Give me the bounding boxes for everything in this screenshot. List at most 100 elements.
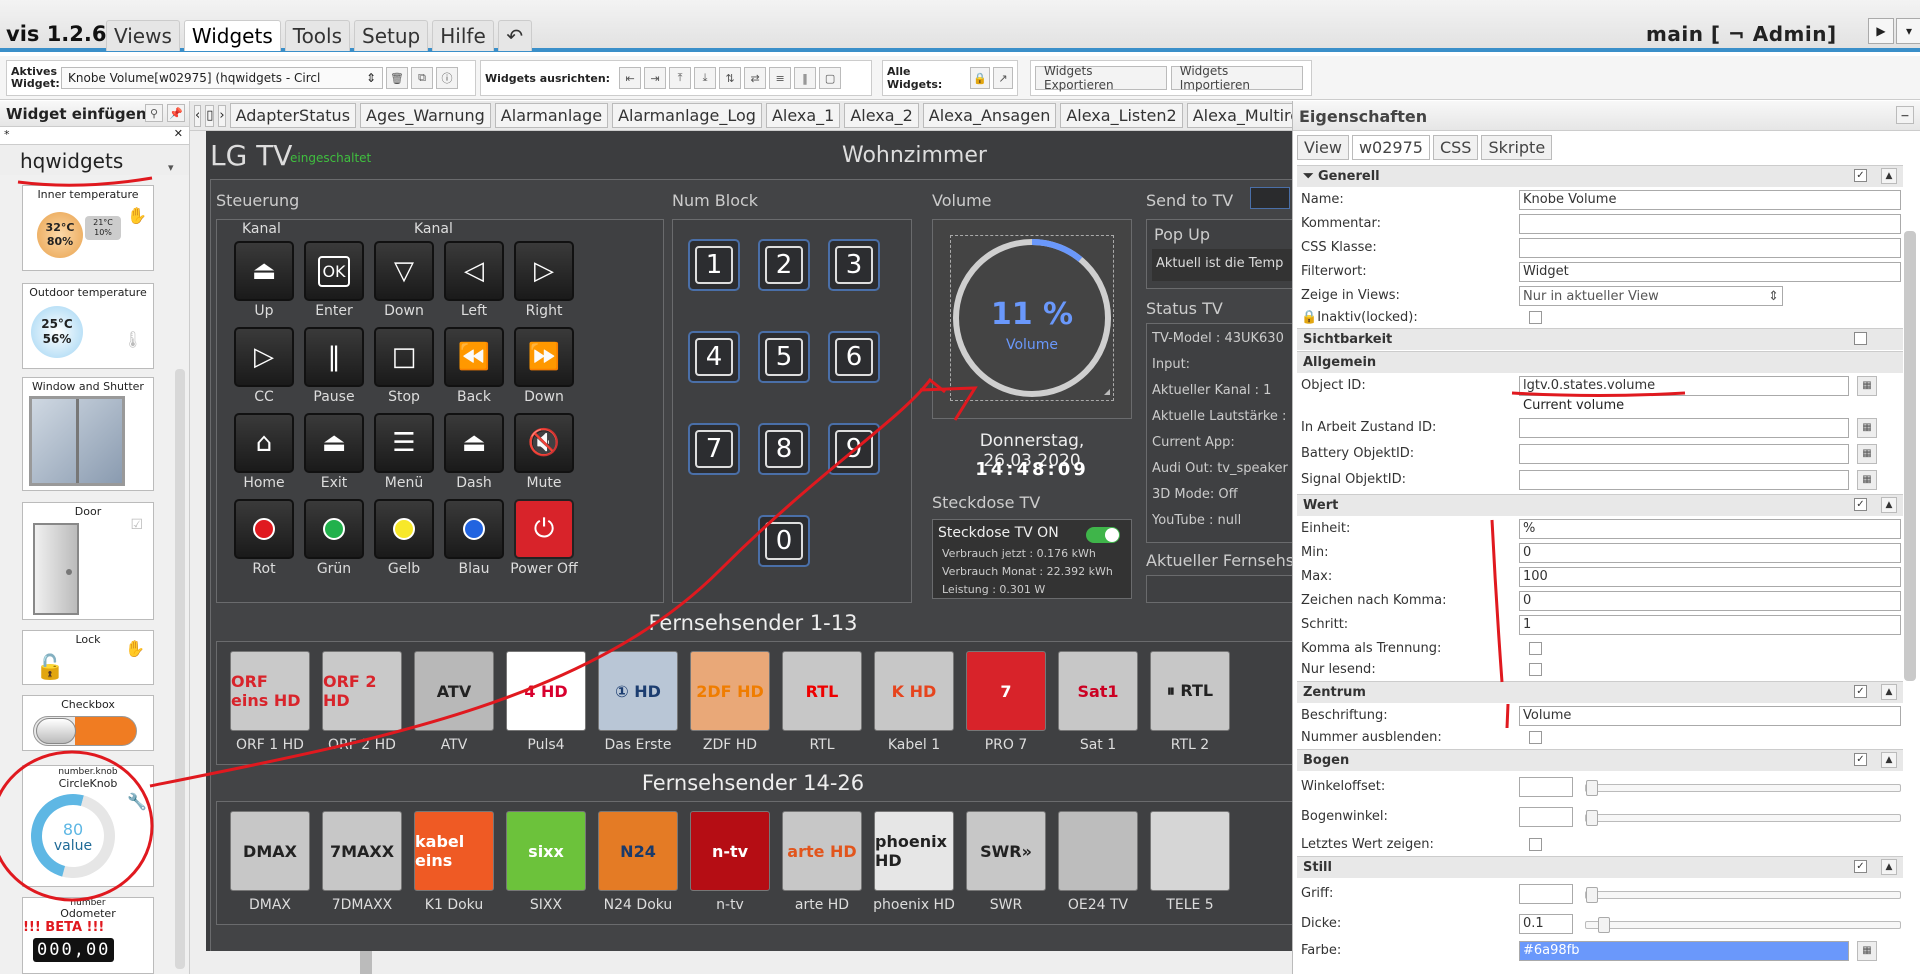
channel-tile[interactable]: 7MAXX	[322, 811, 402, 891]
gelb-button[interactable]	[374, 499, 434, 559]
slider-handle[interactable]	[1586, 780, 1598, 796]
winkeloffset-input[interactable]	[1519, 777, 1573, 797]
left-button[interactable]: ◁	[444, 241, 504, 301]
work-id-input[interactable]	[1519, 418, 1849, 438]
num-key-4[interactable]: 4	[688, 331, 740, 383]
tab-widget[interactable]: w02975	[1351, 135, 1430, 160]
object-id-input[interactable]: lgtv.0.states.volume	[1519, 376, 1849, 396]
channel-tile[interactable]: Sat1	[1058, 651, 1138, 731]
align-hcenter-button[interactable]: ⇅	[719, 67, 742, 89]
widget-set-select[interactable]: hqwidgets ▾	[0, 145, 189, 175]
group-checkbox[interactable]: ✓	[1854, 860, 1867, 873]
blau-button[interactable]	[444, 499, 504, 559]
tab-skripte[interactable]: Skripte	[1481, 135, 1553, 160]
num-key-2[interactable]: 2	[758, 239, 810, 291]
slider-handle[interactable]	[1586, 887, 1598, 903]
channel-tile[interactable]: ⏸ RTL	[1150, 651, 1230, 731]
tabs-next-button[interactable]: ›	[218, 104, 226, 127]
tab-alexa-ansagen[interactable]: Alexa_Ansagen	[922, 103, 1057, 128]
object-browser-button[interactable]: ▦	[1857, 418, 1877, 438]
group-sichtbarkeit[interactable]: Sichtbarkeit	[1297, 328, 1903, 350]
chevron-up-icon[interactable]: ▲	[1881, 684, 1897, 700]
home-button[interactable]: ⌂	[234, 413, 294, 473]
align-top-button[interactable]: ⤒	[669, 67, 692, 89]
group-still[interactable]: Still ✓ ▲	[1297, 856, 1903, 878]
channel-tile[interactable]: RTL	[782, 651, 862, 731]
up-button[interactable]: ⏏	[234, 241, 294, 301]
lock-all-button[interactable]: 🔒	[970, 67, 991, 89]
down-button[interactable]: ▽	[374, 241, 434, 301]
menu-setup[interactable]: Setup	[354, 20, 429, 51]
rot-button[interactable]	[234, 499, 294, 559]
channel-tile[interactable]: K HD	[874, 651, 954, 731]
tab-adapterstatus[interactable]: AdapterStatus	[229, 103, 357, 128]
channel-tile[interactable]: n-tv	[690, 811, 770, 891]
properties-scrollbar[interactable]	[1904, 231, 1916, 681]
enter-button[interactable]: OK	[304, 241, 364, 301]
align-vcenter-button[interactable]: ⇄	[744, 67, 767, 89]
menu-toggle-button[interactable]: ▾	[1896, 18, 1920, 44]
tab-view[interactable]: View	[1297, 135, 1349, 160]
signal-id-input[interactable]	[1519, 470, 1849, 490]
chevron-up-icon[interactable]: ▲	[1881, 859, 1897, 875]
channel-tile[interactable]: ORF 2 HD	[322, 651, 402, 731]
channel-tile[interactable]: N24	[598, 811, 678, 891]
widget-odometer[interactable]: number Odometer !!! BETA !!! 000,00	[22, 897, 154, 974]
farbe-input[interactable]: #6a98fb	[1519, 941, 1849, 961]
tabs-prev-button[interactable]: ‹	[194, 104, 202, 127]
group-checkbox[interactable]: ✓	[1854, 169, 1867, 182]
group-checkbox[interactable]: ✓	[1854, 498, 1867, 511]
widget-window-shutter[interactable]: Window and Shutter	[22, 377, 154, 491]
widget-outdoor-temperature[interactable]: Outdoor temperature 25°C 56% 🌡	[22, 283, 154, 369]
channel-tile[interactable]: ① HD	[598, 651, 678, 731]
delete-widget-button[interactable]: 🗑	[386, 67, 408, 89]
kommentar-input[interactable]	[1519, 214, 1901, 234]
widget-door[interactable]: Door ☑	[22, 502, 154, 620]
tab-alexa-1[interactable]: Alexa_1	[765, 103, 841, 128]
dicke-input[interactable]: 0.1	[1519, 914, 1573, 934]
collapse-button[interactable]: −	[1896, 106, 1914, 124]
same-size-button[interactable]: ▢	[819, 67, 842, 89]
channel-tile[interactable]: ATV	[414, 651, 494, 731]
channel-tile[interactable]: 2DF HD	[690, 651, 770, 731]
channel-tile[interactable]: DMAX	[230, 811, 310, 891]
chevron-up-icon[interactable]: ▲	[1881, 752, 1897, 768]
import-widgets-button[interactable]: Widgets Importieren	[1170, 64, 1303, 92]
num-key-7[interactable]: 7	[688, 423, 740, 475]
align-left-button[interactable]: ⇤	[619, 67, 642, 89]
griff-input[interactable]	[1519, 884, 1573, 904]
men--button[interactable]: ☰	[374, 413, 434, 473]
channel-tile[interactable]: arte HD	[782, 811, 862, 891]
tab-ages-warnung[interactable]: Ages_Warnung	[360, 103, 491, 128]
align-bottom-button[interactable]: ⤓	[694, 67, 717, 89]
channel-tile[interactable]	[1058, 811, 1138, 891]
palette-scrollbar[interactable]	[175, 369, 185, 969]
stop-button[interactable]: □	[374, 327, 434, 387]
channel-tile[interactable]: SWR»	[966, 811, 1046, 891]
num-key-8[interactable]: 8	[758, 423, 810, 475]
css-class-input[interactable]	[1519, 238, 1901, 258]
channel-tile[interactable]: ORF eins HD	[230, 651, 310, 731]
tab-alarmanlage-log[interactable]: Alarmanlage_Log	[612, 103, 762, 128]
object-browser-button[interactable]: ▦	[1857, 444, 1877, 464]
filter-input[interactable]: * ✕	[0, 127, 189, 145]
color-picker-button[interactable]: ▦	[1857, 941, 1877, 961]
resize-handle[interactable]	[1104, 389, 1110, 395]
pause-button[interactable]: ‖	[304, 327, 364, 387]
distribute-v-button[interactable]: ≡	[769, 67, 792, 89]
power-off-button[interactable]: ⏻	[514, 499, 574, 559]
channel-tile[interactable]: phoenix HD	[874, 811, 954, 891]
group-wert[interactable]: Wert ✓ ▲	[1297, 494, 1903, 516]
slider-handle[interactable]	[1586, 810, 1598, 826]
name-input[interactable]: Knobe Volume	[1519, 190, 1901, 210]
bogenwinkel-input[interactable]	[1519, 807, 1573, 827]
num-key-3[interactable]: 3	[828, 239, 880, 291]
filterwort-input[interactable]: Widget	[1519, 262, 1901, 282]
nur-lesend-checkbox[interactable]	[1529, 663, 1542, 676]
back-button[interactable]: ⏪	[444, 327, 504, 387]
object-browser-button[interactable]: ▦	[1857, 376, 1877, 396]
align-right-button[interactable]: ⇥	[644, 67, 667, 89]
down-button[interactable]: ⏩	[514, 327, 574, 387]
right-button[interactable]: ▷	[514, 241, 574, 301]
komma-spinner[interactable]: 0	[1519, 591, 1901, 611]
